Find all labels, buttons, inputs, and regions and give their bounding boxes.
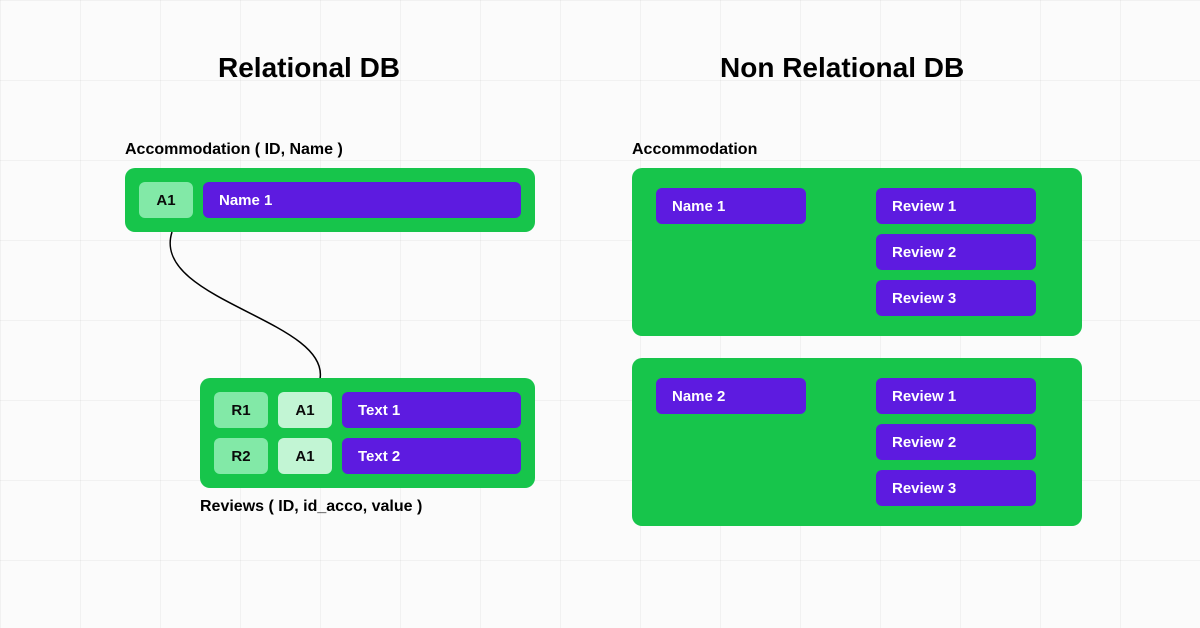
document-review-pill: Review 1 [876,378,1036,414]
review-text-pill: Text 1 [342,392,521,428]
review-acco-chip: A1 [278,392,332,428]
review-id-chip: R1 [214,392,268,428]
accommodation-id-chip: A1 [139,182,193,218]
accommodation-name-pill: Name 1 [203,182,521,218]
review-id-chip: R2 [214,438,268,474]
accommodation-row: A1 Name 1 [139,182,521,218]
document-review-pill: Review 2 [876,234,1036,270]
accommodation-card: A1 Name 1 [125,168,535,232]
review-acco-chip: A1 [278,438,332,474]
document-review-pill: Review 1 [876,188,1036,224]
reviews-card: R1 A1 Text 1 R2 A1 Text 2 [200,378,535,488]
diagram-canvas: Relational DB Accommodation ( ID, Name )… [0,0,1200,628]
accommodation-label: Accommodation ( ID, Name ) [125,141,343,159]
document-review-pill: Review 2 [876,424,1036,460]
review-row: R2 A1 Text 2 [214,438,521,474]
document-review-pill: Review 3 [876,280,1036,316]
nonrelational-title: Non Relational DB [720,52,964,84]
reviews-label: Reviews ( ID, id_acco, value ) [200,498,422,516]
nonrelational-accommodation-label: Accommodation [632,141,757,159]
document-card: Name 2 Review 1 Review 2 Review 3 [632,358,1082,526]
relational-title: Relational DB [218,52,400,84]
document-review-pill: Review 3 [876,470,1036,506]
document-card: Name 1 Review 1 Review 2 Review 3 [632,168,1082,336]
document-name-pill: Name 2 [656,378,806,414]
review-text-pill: Text 2 [342,438,521,474]
document-name-pill: Name 1 [656,188,806,224]
review-row: R1 A1 Text 1 [214,392,521,428]
